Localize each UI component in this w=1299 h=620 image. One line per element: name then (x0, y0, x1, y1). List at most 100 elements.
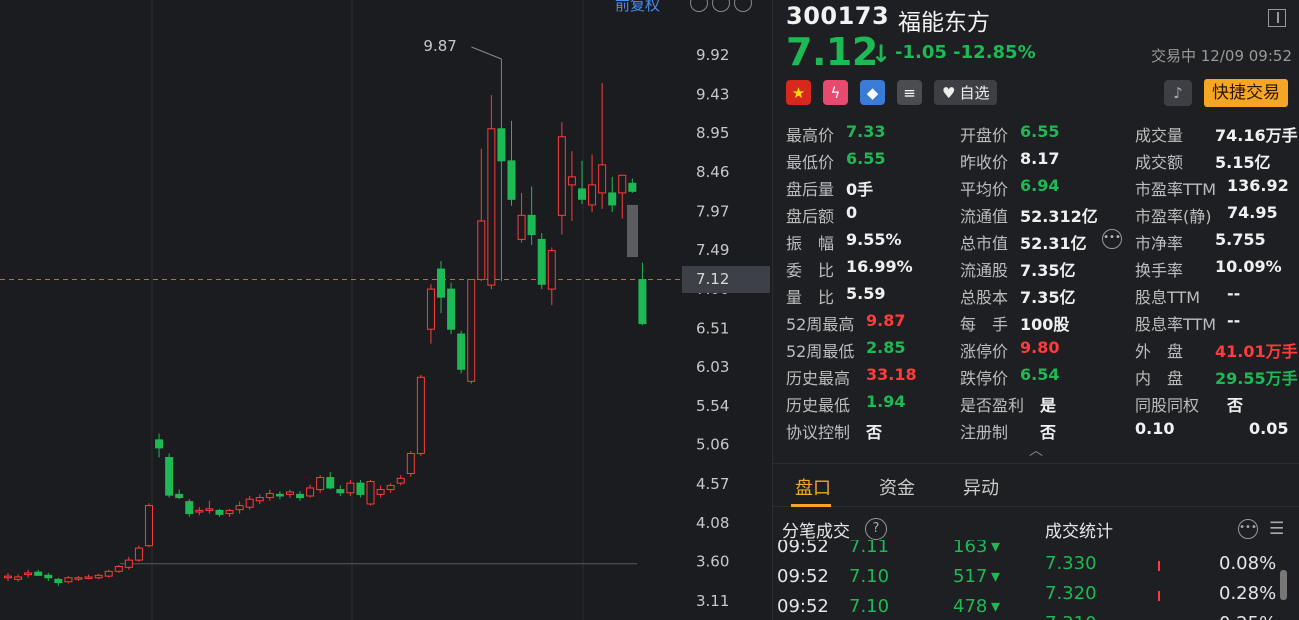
auction-block (627, 204, 638, 258)
candle-body (275, 493, 284, 497)
stats-row: 盘后量 0手 平均价 6.94 市盈率TTM 136.92 (786, 176, 1296, 203)
candle-body (447, 288, 456, 330)
stock-code: 300173 (786, 2, 890, 30)
candle-body (64, 577, 73, 583)
stat-label: 市盈率(静) (1135, 207, 1212, 226)
add-to-watchlist-button[interactable]: ♥ 自选 (934, 80, 998, 105)
candle-body (326, 477, 335, 489)
stat-label: 流通股 (960, 261, 1009, 280)
down-triangle-icon: ▾ (991, 596, 1001, 617)
kline-chart[interactable]: 9.929.438.958.467.977.497.006.516.035.54… (0, 0, 770, 620)
volume-share-bar (1158, 561, 1160, 571)
stat-label: 委 比 (786, 261, 835, 280)
collapse-stats-icon[interactable]: ︿ (1029, 440, 1043, 460)
fast-trade-button[interactable]: 快捷交易 (1204, 79, 1288, 107)
change-percent: -12.85% (953, 42, 1036, 63)
candle-body (195, 509, 204, 513)
stat-label: 开盘价 (960, 126, 1009, 145)
y-tick-label: 6.03 (696, 358, 729, 376)
stat-label: 外 盘 (1135, 342, 1184, 361)
stat-label: 内 盘 (1135, 369, 1184, 388)
tick-row: 09:52 7.10 478 ▾ (773, 596, 1033, 620)
y-tick-label: 5.06 (696, 436, 729, 454)
stats-row: 振 幅 9.55% 总市值 52.31亿 ••• 市净率 5.755 (786, 229, 1296, 257)
stat-value: 6.55 (846, 149, 886, 168)
candle-body (306, 487, 315, 497)
stat-label: 量 比 (786, 288, 835, 307)
candle-body (547, 250, 556, 290)
tick-price: 7.10 (849, 566, 890, 587)
candle-body (366, 481, 375, 505)
help-icon[interactable]: ? (865, 518, 887, 540)
y-tick-label: 3.60 (696, 553, 729, 571)
scrollbar-thumb[interactable] (1280, 570, 1287, 600)
candle-body (608, 192, 617, 206)
high-annotation-leader (471, 46, 502, 60)
candle-body (124, 559, 133, 568)
heart-icon: ♥ (942, 83, 956, 102)
candle-body (557, 136, 566, 216)
stats-row: 最低价 6.55 昨收价 8.17 成交额 5.15亿 (786, 149, 1296, 176)
candle-body (346, 482, 355, 494)
candle-body (215, 509, 224, 515)
quote-stats-grid: 最高价 7.33 开盘价 6.55 成交量 74.16万手 最低价 6.55 昨收价 8.17 成交… (786, 122, 1298, 446)
trade-status: 交易中 12/09 09:52 (1151, 47, 1292, 65)
stat-value: 29.55万手 (1215, 369, 1298, 388)
restore-mode-toggle[interactable]: 前复权 (615, 0, 660, 15)
candle-body (175, 493, 184, 499)
stat-value: 7.35亿 (1020, 261, 1076, 280)
stat-label: 是否盈利 (960, 396, 1025, 415)
stat-value: 74.16万手 (1215, 126, 1298, 145)
quote-panel: 300173 福能东方 7.12 ↓ -1.05 -12.85% 交易中 12/… (772, 0, 1299, 620)
zoom-out-icon[interactable] (712, 0, 730, 12)
candle-body (517, 214, 526, 240)
candle-body (628, 182, 637, 192)
stat-price: 7.330 (1045, 553, 1097, 574)
collapse-panel-icon[interactable] (1268, 9, 1286, 27)
tab-order-book[interactable]: 盘口 (795, 474, 831, 500)
volume-stats-list: 7.330 0.08% 7.320 0.28% 7.310 0.25% (1043, 550, 1299, 620)
candle-body (457, 333, 466, 370)
undo-icon[interactable] (690, 0, 708, 12)
stat-label: 平均价 (960, 180, 1009, 199)
lightning-icon[interactable]: ϟ (823, 80, 848, 105)
stat-value: 9.55% (846, 230, 902, 249)
candle-body (134, 547, 143, 561)
stat-percent: 0.25% (1219, 613, 1276, 620)
stat-value: 0手 (846, 180, 874, 199)
y-tick-label: 7.49 (696, 241, 729, 259)
candle-body (104, 570, 113, 577)
tick-row: 09:52 7.10 517 ▾ (773, 566, 1033, 596)
stats-row: 52周最高 9.87 每 手 100股 股息率TTM -- (786, 311, 1296, 338)
china-flag-icon[interactable]: ★ (786, 80, 811, 105)
candle-body (205, 508, 214, 511)
tab-capital[interactable]: 资金 (879, 474, 915, 500)
tick-volume: 517 (953, 566, 988, 587)
stock-name: 福能东方 (898, 10, 990, 36)
volume-stat-row: 7.310 0.25% (1043, 613, 1299, 620)
more-stats-icon[interactable]: ••• (1102, 229, 1122, 249)
zoom-in-icon[interactable] (734, 0, 752, 12)
stat-label: 昨收价 (960, 153, 1009, 172)
list-view-icon[interactable]: ☰ (1269, 519, 1284, 539)
tag-icon[interactable]: ◆ (860, 80, 885, 105)
candle-body (24, 572, 33, 576)
kline-chart-panel[interactable]: 9.929.438.958.467.977.497.006.516.035.54… (0, 0, 770, 620)
stat-value: 1.94 (866, 392, 906, 411)
stats-row: 52周最低 2.85 涨停价 9.80 外 盘 41.01万手 (786, 338, 1298, 365)
candle-body (487, 128, 496, 286)
y-tick-label: 8.46 (696, 163, 729, 181)
stat-value: 8.17 (1020, 149, 1060, 168)
tab-anomaly[interactable]: 异动 (963, 474, 999, 500)
candle-body (235, 505, 244, 511)
stat-label: 成交量 (1135, 126, 1184, 145)
stats-row: 量 比 5.59 总股本 7.35亿 股息TTM -- (786, 284, 1296, 311)
stat-label: 流通值 (960, 207, 1009, 226)
alert-bell-icon[interactable]: ♪ (1164, 80, 1192, 106)
y-tick-label: 5.54 (696, 397, 729, 415)
more-icon[interactable]: ••• (1238, 519, 1258, 539)
chart-tools (690, 0, 752, 12)
stat-label: 股息TTM (1135, 288, 1201, 307)
document-icon[interactable]: ≡ (897, 80, 922, 105)
detail-tabs: 盘口 资金 异动 (773, 463, 1299, 507)
